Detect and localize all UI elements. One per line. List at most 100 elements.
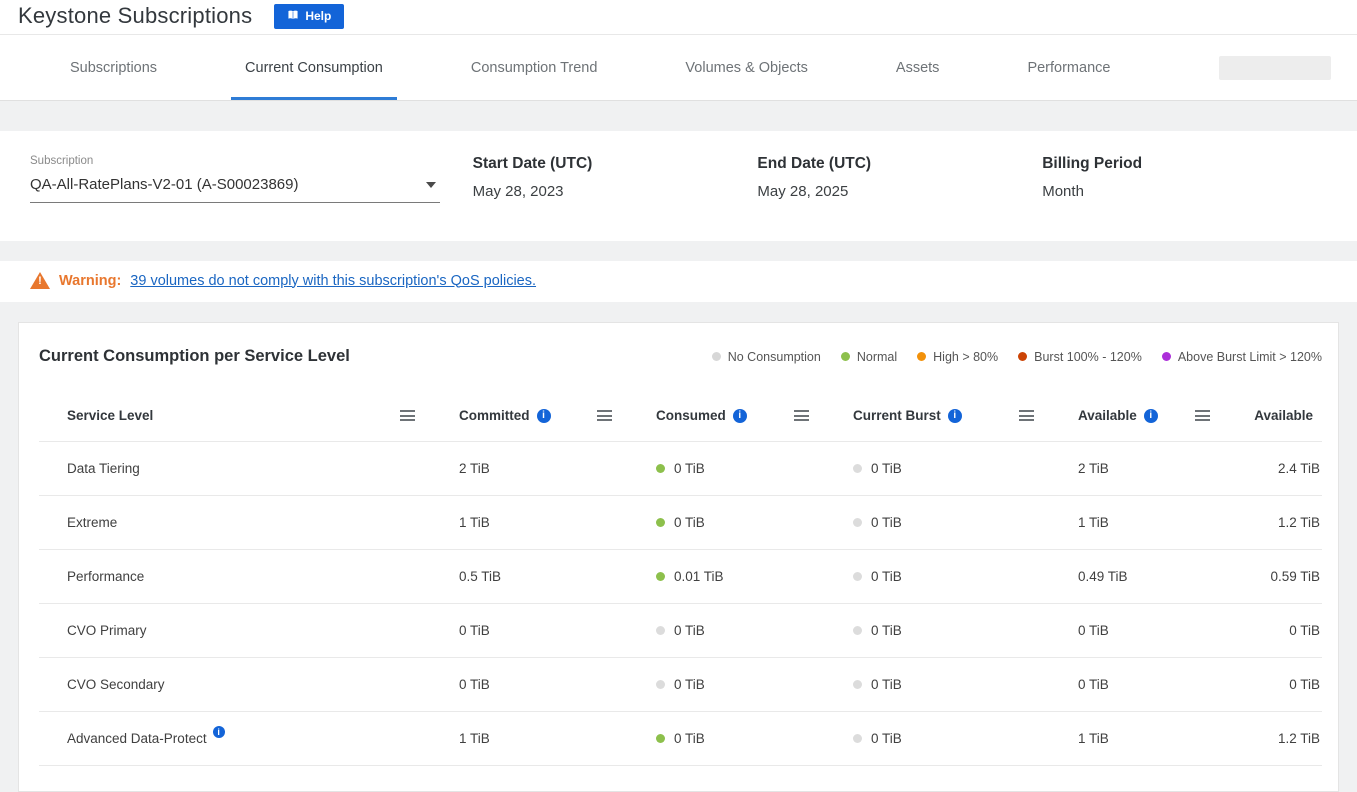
- cell-current-burst: 0 TiB: [853, 461, 1078, 476]
- tab-current-consumption[interactable]: Current Consumption: [231, 35, 397, 100]
- cell-committed: 1 TiB: [459, 731, 656, 746]
- tab-bar: Subscriptions Current Consumption Consum…: [0, 35, 1357, 101]
- book-icon: [287, 9, 299, 24]
- warning-link[interactable]: 39 volumes do not comply with this subsc…: [130, 273, 536, 289]
- consumed-value: 0 TiB: [674, 677, 705, 692]
- legend-label: High > 80%: [933, 350, 998, 364]
- consumed-value: 0 TiB: [674, 731, 705, 746]
- col-header-service-level: Service Level: [67, 408, 459, 423]
- cell-consumed: 0 TiB: [656, 623, 853, 638]
- legend-item-above-burst: Above Burst Limit > 120%: [1162, 350, 1322, 364]
- consumed-status-dot: [656, 680, 665, 689]
- warning-icon: [30, 272, 50, 289]
- cell-available-alt: 2.4 TiB: [1254, 461, 1322, 476]
- column-menu-icon[interactable]: [597, 410, 612, 421]
- tab-volumes-objects[interactable]: Volumes & Objects: [671, 35, 822, 100]
- help-label: Help: [305, 9, 331, 23]
- column-menu-icon[interactable]: [794, 410, 809, 421]
- tab-performance[interactable]: Performance: [1013, 35, 1124, 100]
- billing-period-value: Month: [1042, 183, 1327, 200]
- help-button[interactable]: Help: [274, 4, 344, 29]
- table-row: CVO Primary 0 TiB 0 TiB 0 TiB 0 TiB 0 Ti…: [39, 603, 1322, 657]
- col-label: Available: [1078, 408, 1137, 423]
- tab-subscriptions[interactable]: Subscriptions: [56, 35, 171, 100]
- col-header-current-burst: Current Burst: [853, 408, 1078, 423]
- cell-service-level: Data Tiering: [67, 461, 459, 476]
- burst-value: 0 TiB: [871, 515, 902, 530]
- col-label: Committed: [459, 408, 530, 423]
- burst-value: 0 TiB: [871, 623, 902, 638]
- cell-current-burst: 0 TiB: [853, 569, 1078, 584]
- column-menu-icon[interactable]: [400, 410, 415, 421]
- cell-service-level: Extreme: [67, 515, 459, 530]
- table-row: Advanced Data-Protect 1 TiB 0 TiB 0 TiB …: [39, 711, 1322, 766]
- cell-service-level: Performance: [67, 569, 459, 584]
- end-date-value: May 28, 2025: [757, 183, 1042, 200]
- legend-dot-icon: [1018, 352, 1027, 361]
- start-date-label: Start Date (UTC): [473, 155, 758, 173]
- service-level-label: Advanced Data-Protect: [67, 731, 207, 746]
- cell-available: 0.49 TiB: [1078, 569, 1254, 584]
- table-row: Performance 0.5 TiB 0.01 TiB 0 TiB 0.49 …: [39, 549, 1322, 603]
- consumed-value: 0 TiB: [674, 623, 705, 638]
- tab-assets[interactable]: Assets: [882, 35, 954, 100]
- cell-available-alt: 0.59 TiB: [1254, 569, 1322, 584]
- cell-current-burst: 0 TiB: [853, 731, 1078, 746]
- cell-committed: 2 TiB: [459, 461, 656, 476]
- burst-value: 0 TiB: [871, 569, 902, 584]
- billing-period-label: Billing Period: [1042, 155, 1327, 173]
- cell-committed: 0 TiB: [459, 677, 656, 692]
- cell-current-burst: 0 TiB: [853, 623, 1078, 638]
- burst-value: 0 TiB: [871, 677, 902, 692]
- cell-service-level: CVO Primary: [67, 623, 459, 638]
- start-date-value: May 28, 2023: [473, 183, 758, 200]
- legend-label: Above Burst Limit > 120%: [1178, 350, 1322, 364]
- legend-dot-icon: [1162, 352, 1171, 361]
- table-row: Data Tiering 2 TiB 0 TiB 0 TiB 2 TiB 2.4…: [39, 441, 1322, 495]
- filters-bar: Subscription QA-All-RatePlans-V2-01 (A-S…: [0, 131, 1357, 241]
- info-icon[interactable]: [213, 726, 225, 738]
- consumption-table: Service Level Committed Consumed Current…: [39, 408, 1322, 766]
- col-header-committed: Committed: [459, 408, 656, 423]
- warning-label: Warning:: [59, 273, 121, 289]
- legend-dot-icon: [917, 352, 926, 361]
- table-header: Service Level Committed Consumed Current…: [39, 408, 1322, 441]
- subscription-select[interactable]: Subscription QA-All-RatePlans-V2-01 (A-S…: [30, 155, 440, 203]
- end-date-field: End Date (UTC) May 28, 2025: [757, 155, 1042, 200]
- column-menu-icon[interactable]: [1019, 410, 1034, 421]
- burst-status-dot: [853, 734, 862, 743]
- burst-status-dot: [853, 464, 862, 473]
- chevron-down-icon: [426, 182, 436, 188]
- cell-consumed: 0.01 TiB: [656, 569, 853, 584]
- legend-label: No Consumption: [728, 350, 821, 364]
- info-icon[interactable]: [537, 409, 551, 423]
- info-icon[interactable]: [1144, 409, 1158, 423]
- col-header-available: Available: [1078, 408, 1254, 423]
- col-label: Current Burst: [853, 408, 941, 423]
- cell-service-level: CVO Secondary: [67, 677, 459, 692]
- start-date-field: Start Date (UTC) May 28, 2023: [473, 155, 758, 200]
- subscription-value: QA-All-RatePlans-V2-01 (A-S00023869): [30, 176, 298, 193]
- consumed-status-dot: [656, 518, 665, 527]
- info-icon[interactable]: [733, 409, 747, 423]
- cell-available: 0 TiB: [1078, 623, 1254, 638]
- cell-available: 2 TiB: [1078, 461, 1254, 476]
- table-row: Extreme 1 TiB 0 TiB 0 TiB 1 TiB 1.2 TiB: [39, 495, 1322, 549]
- service-level-label: CVO Secondary: [67, 677, 165, 692]
- legend-label: Burst 100% - 120%: [1034, 350, 1142, 364]
- cell-committed: 0.5 TiB: [459, 569, 656, 584]
- consumption-card: Current Consumption per Service Level No…: [18, 322, 1339, 792]
- cell-available-alt: 0 TiB: [1254, 623, 1322, 638]
- col-header-available-alt: Available: [1254, 408, 1322, 423]
- consumption-legend: No Consumption Normal High > 80% Burst 1…: [712, 350, 1322, 364]
- legend-label: Normal: [857, 350, 897, 364]
- burst-status-dot: [853, 518, 862, 527]
- cell-consumed: 0 TiB: [656, 461, 853, 476]
- info-icon[interactable]: [948, 409, 962, 423]
- cell-current-burst: 0 TiB: [853, 677, 1078, 692]
- column-menu-icon[interactable]: [1195, 410, 1210, 421]
- legend-item-no-consumption: No Consumption: [712, 350, 821, 364]
- legend-item-normal: Normal: [841, 350, 897, 364]
- col-header-consumed: Consumed: [656, 408, 853, 423]
- tab-consumption-trend[interactable]: Consumption Trend: [457, 35, 612, 100]
